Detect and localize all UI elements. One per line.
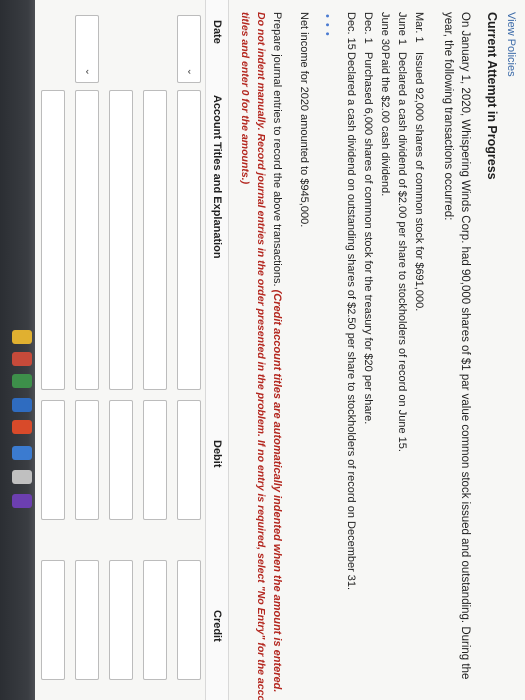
account-input[interactable] (109, 90, 133, 390)
account-input[interactable] (143, 90, 167, 390)
credit-input[interactable] (109, 560, 133, 680)
problem-intro-cont: year, the following transactions occurre… (442, 12, 454, 221)
credit-input[interactable] (75, 560, 99, 680)
transaction-line: Dec. 1Purchased 6,000 shares of common s… (362, 12, 374, 425)
view-policies-link[interactable]: View Policies (505, 12, 517, 77)
table-row (35, 0, 69, 700)
date-cell (41, 15, 65, 83)
account-input[interactable] (41, 90, 65, 390)
journal-table-header: Date Account Titles and Explanation Debi… (205, 0, 229, 700)
attempt-title: Current Attempt in Progress (485, 12, 499, 180)
debit-input[interactable] (75, 400, 99, 520)
col-debit: Debit (211, 440, 223, 468)
col-credit: Credit (211, 610, 223, 642)
dock-app-icon[interactable] (12, 398, 32, 412)
table-row: ⌄ (69, 0, 103, 700)
instruction-red: Do not indent manually. Record journal e… (255, 12, 267, 700)
problem-intro: On January 1, 2020, Whispering Winds Cor… (459, 12, 471, 680)
instruction-red-cont: titles and enter 0 for the amounts.) (239, 12, 251, 185)
instruction-text: Prepare journal entries to record the ab… (271, 12, 283, 693)
desktop-dock (0, 0, 40, 700)
debit-input[interactable] (41, 400, 65, 520)
table-row (103, 0, 137, 700)
debit-input[interactable] (109, 400, 133, 520)
credit-input[interactable] (143, 560, 167, 680)
date-cell (143, 15, 167, 83)
dock-app-icon[interactable] (12, 374, 32, 388)
account-input[interactable] (177, 90, 201, 390)
transaction-line: Mar. 1Issued 92,000 shares of common sto… (413, 12, 425, 312)
table-row (137, 0, 171, 700)
date-select[interactable]: ⌄ (75, 15, 99, 83)
date-select[interactable]: ⌄ (177, 15, 201, 83)
assignment-page: View Policies Current Attempt in Progres… (35, 0, 525, 700)
loading-dots-icon: • • • (321, 14, 333, 37)
dock-app-icon[interactable] (12, 352, 32, 366)
col-account: Account Titles and Explanation (211, 95, 223, 259)
credit-input[interactable] (41, 560, 65, 680)
table-row: ⌄ (171, 0, 205, 700)
dock-app-icon[interactable] (12, 446, 32, 460)
col-date: Date (211, 20, 223, 44)
dock-app-icon[interactable] (12, 420, 32, 434)
debit-input[interactable] (143, 400, 167, 520)
net-income-text: Net income for 2020 amounted to $945,000… (298, 12, 310, 228)
dock-app-icon[interactable] (12, 470, 32, 484)
credit-input[interactable] (177, 560, 201, 680)
transaction-line: June 1Declared a cash dividend of $2.00 … (396, 12, 408, 452)
date-cell (109, 15, 133, 83)
chevron-down-icon: ⌄ (185, 67, 196, 76)
dock-app-icon[interactable] (12, 330, 32, 344)
debit-input[interactable] (177, 400, 201, 520)
transaction-line: Dec. 15Declared a cash dividend on outst… (345, 12, 357, 591)
dock-app-icon[interactable] (12, 494, 32, 508)
account-input[interactable] (75, 90, 99, 390)
photo-of-screen: View Policies Current Attempt in Progres… (0, 0, 525, 700)
transaction-line: June 30Paid the $2.00 cash dividend. (379, 12, 391, 197)
chevron-down-icon: ⌄ (83, 67, 94, 76)
